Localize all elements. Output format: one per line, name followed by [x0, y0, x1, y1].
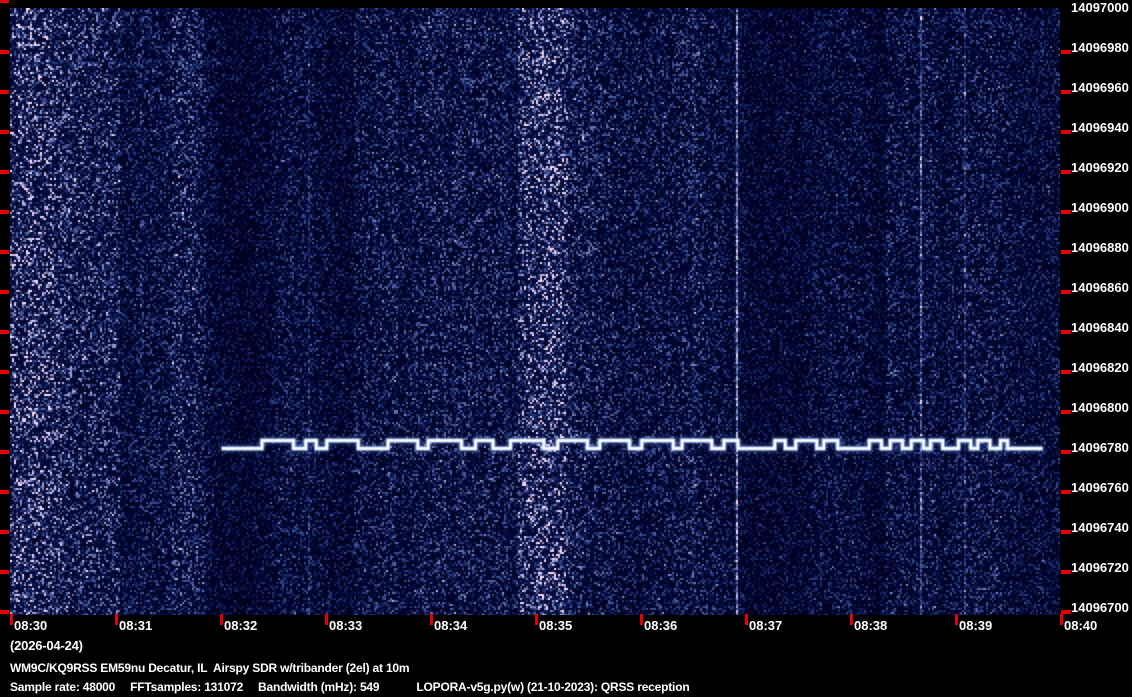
- freq-axis-label: 14096900: [1071, 200, 1129, 215]
- freq-tick-left: [0, 210, 9, 214]
- freq-tick-left: [0, 330, 9, 334]
- freq-tick-right: [1061, 450, 1071, 454]
- fft-samples-label: FFTsamples: 131072: [130, 680, 244, 694]
- freq-axis-label: 14096940: [1071, 120, 1129, 135]
- freq-axis-label: 14096880: [1071, 240, 1129, 255]
- date-label: (2026-04-24): [10, 638, 83, 653]
- time-axis-label: 08:35: [539, 618, 573, 633]
- freq-tick-left: [0, 250, 9, 254]
- time-tick: [1060, 614, 1063, 625]
- spectrogram-waterfall: [10, 8, 1060, 615]
- freq-tick-left: [0, 170, 9, 174]
- freq-tick-left: [0, 490, 9, 494]
- freq-tick-left: [0, 130, 9, 134]
- freq-tick-right: [1061, 330, 1071, 334]
- freq-axis-label: 14097000: [1071, 0, 1129, 15]
- time-tick: [10, 614, 13, 625]
- freq-tick-right: [1061, 250, 1071, 254]
- freq-axis-label: 14096960: [1071, 80, 1129, 95]
- freq-axis-label: 14096860: [1071, 280, 1129, 295]
- time-tick: [535, 614, 538, 625]
- freq-tick-right: [1061, 170, 1071, 174]
- time-axis-label: 08:37: [749, 618, 783, 633]
- time-axis-label: 08:31: [119, 618, 153, 633]
- freq-tick-left: [0, 530, 9, 534]
- time-tick: [325, 614, 328, 625]
- time-tick: [430, 614, 433, 625]
- freq-axis-label: 14096760: [1071, 480, 1129, 495]
- freq-axis-label: 14096920: [1071, 160, 1129, 175]
- freq-tick-right: [1061, 290, 1071, 294]
- freq-tick-corner: [0, 0, 9, 3]
- lopora-grabber-window: 14097000 14096980 14096960 14096940 14096920…: [0, 0, 1132, 697]
- freq-tick-right: [1061, 50, 1071, 54]
- time-axis-label: 08:36: [644, 618, 678, 633]
- freq-axis-label: 14096800: [1071, 400, 1129, 415]
- sample-rate-label: Sample rate: 48000: [10, 680, 116, 694]
- time-axis-label: 08:32: [224, 618, 258, 633]
- time-tick: [745, 614, 748, 625]
- freq-tick-left: [0, 50, 9, 54]
- freq-tick-left: [0, 450, 9, 454]
- freq-axis-label: 14096720: [1071, 560, 1129, 575]
- freq-tick-left: [0, 610, 9, 614]
- freq-axis-label: 14096700: [1071, 600, 1129, 615]
- freq-tick-right: [1061, 90, 1071, 94]
- time-tick: [955, 614, 958, 625]
- time-axis-label: 08:40: [1064, 618, 1098, 633]
- freq-tick-right: [1061, 130, 1071, 134]
- freq-tick-left: [0, 410, 9, 414]
- freq-tick-right: [1061, 570, 1071, 574]
- freq-axis-label: 14096740: [1071, 520, 1129, 535]
- freq-tick-left: [0, 370, 9, 374]
- freq-axis-label: 14096820: [1071, 360, 1129, 375]
- freq-tick-left: [0, 290, 9, 294]
- freq-tick-right: [1061, 490, 1071, 494]
- station-info-line: WM9C/KQ9RSS EM59nu Decatur, IL Airspy SD…: [10, 661, 410, 675]
- time-tick: [220, 614, 223, 625]
- time-axis-label: 08:38: [854, 618, 888, 633]
- time-tick: [850, 614, 853, 625]
- freq-tick-right: [1061, 210, 1071, 214]
- time-axis-label: 08:39: [959, 618, 993, 633]
- time-tick: [640, 614, 643, 625]
- freq-axis-label: 14096980: [1071, 40, 1129, 55]
- bandwidth-label: Bandwidth (mHz): 549: [258, 680, 380, 694]
- freq-axis-label: 14096780: [1071, 440, 1129, 455]
- freq-axis-label: 14096840: [1071, 320, 1129, 335]
- freq-tick-left: [0, 90, 9, 94]
- program-version-label: LOPORA-v5g.py(w) (21-10-2023): QRSS rece…: [416, 680, 690, 694]
- time-axis-label: 08:30: [14, 618, 48, 633]
- time-axis-label: 08:34: [434, 618, 468, 633]
- time-tick: [115, 614, 118, 625]
- time-axis-label: 08:33: [329, 618, 363, 633]
- stats-line: Sample rate: 48000 FFTsamples: 131072 Ba…: [10, 680, 690, 694]
- freq-tick-right: [1061, 370, 1071, 374]
- freq-tick-right: [1061, 410, 1071, 414]
- freq-tick-right: [1061, 530, 1071, 534]
- freq-tick-left: [0, 570, 9, 574]
